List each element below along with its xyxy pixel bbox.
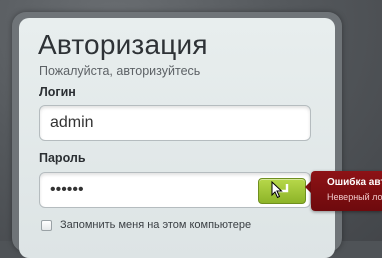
remember-me-label[interactable]: Запомнить меня на этом компьютере [60,219,251,231]
password-label: Пароль [39,151,86,165]
remember-me-checkbox[interactable] [41,220,52,231]
error-tooltip: Ошибка авто Неверный логи [311,171,382,211]
login-input[interactable] [39,105,311,141]
mouse-cursor-icon [271,181,283,199]
error-title: Ошибка авто [327,177,382,188]
page-subtitle: Пожалуйста, авторизуйтесь [39,64,201,78]
error-message: Неверный логи [327,192,382,202]
page-title: Авторизация [38,29,208,60]
login-label: Логин [39,85,76,99]
